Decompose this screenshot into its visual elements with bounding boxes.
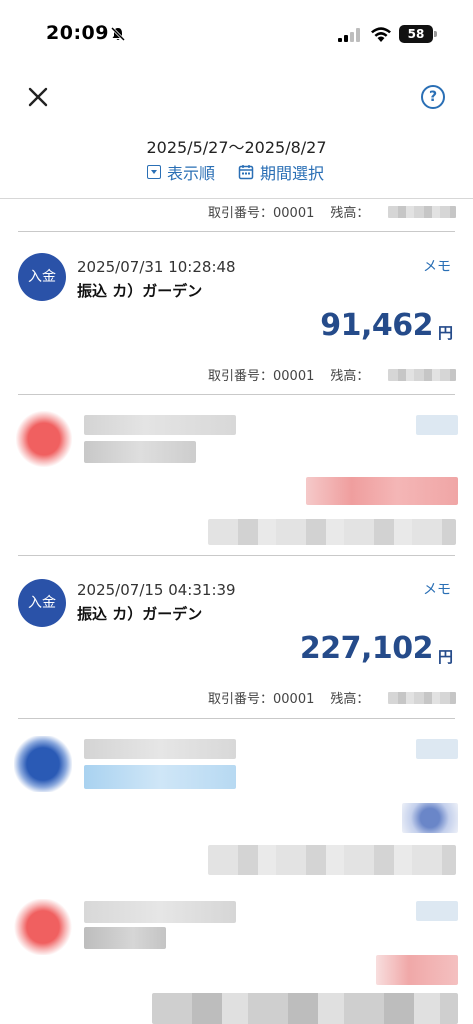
balance-label: 残高： (330, 206, 370, 221)
blurred-meta (152, 993, 458, 1024)
transaction-datetime: 2025/07/15 04:31:39 (77, 581, 236, 599)
blurred-meta (208, 845, 456, 875)
wifi-icon (371, 27, 391, 42)
yen-unit: 円 (438, 324, 454, 342)
status-time: 20:09 (46, 22, 109, 44)
header-controls: 表示順 期間選択 (0, 160, 473, 184)
blurred-amount (306, 477, 458, 505)
blurred-text (84, 415, 236, 435)
battery-tip (434, 31, 437, 37)
help-button[interactable]: ? (421, 85, 445, 109)
blurred-memo (416, 415, 458, 435)
transaction-name: 振込 カ）ガーデン (77, 605, 203, 623)
blurred-memo (416, 901, 458, 921)
transaction-name: 振込 カ）ガーデン (77, 282, 203, 300)
period-select-label: 期間選択 (260, 164, 325, 183)
battery-indicator: 58 (399, 25, 433, 43)
blurred-meta (208, 519, 456, 545)
masked-balance (388, 692, 456, 704)
transaction-meta: 取引番号：00001 残高： (208, 688, 369, 707)
close-button[interactable] (24, 83, 52, 111)
transaction-datetime: 2025/07/31 10:28:48 (77, 258, 236, 276)
deposit-badge: 入金 (18, 253, 66, 301)
yen-unit: 円 (438, 648, 454, 666)
balance-label: 残高： (330, 692, 370, 707)
row-divider (18, 555, 455, 556)
transaction-number: 取引番号：00001 (208, 692, 315, 707)
row-divider (18, 394, 455, 395)
blurred-badge (14, 899, 72, 955)
sort-order-button[interactable]: 表示順 (147, 160, 215, 184)
blurred-memo (416, 739, 458, 759)
dropdown-icon (147, 165, 161, 179)
blurred-badge (16, 411, 72, 467)
masked-balance (388, 369, 456, 381)
status-bar: 20:09 58 (0, 0, 473, 64)
period-select-button[interactable]: 期間選択 (238, 160, 324, 184)
transaction-meta: 取引番号：00001 残高： (208, 365, 369, 384)
row-divider (18, 231, 455, 232)
deposit-badge: 入金 (18, 579, 66, 627)
memo-link[interactable]: メモ (423, 579, 451, 599)
calendar-icon (238, 165, 254, 180)
transaction-amount: 227,102 (299, 631, 434, 666)
blurred-text (84, 901, 236, 923)
transaction-number: 取引番号：00001 (208, 369, 315, 384)
blurred-text (84, 739, 236, 759)
blurred-text (84, 765, 236, 789)
period-range: 2025/5/27〜2025/8/27 (146, 138, 327, 157)
blurred-amount (376, 955, 458, 985)
blurred-amount (402, 803, 458, 833)
balance-label: 残高： (330, 369, 370, 384)
memo-link[interactable]: メモ (423, 256, 451, 276)
blurred-text (84, 927, 166, 949)
masked-balance (388, 206, 456, 218)
blurred-badge (14, 736, 72, 792)
transaction-amount: 91,462 (320, 308, 433, 343)
sort-order-label: 表示順 (167, 164, 216, 183)
blurred-text (84, 441, 196, 463)
transaction-number: 取引番号：00001 (208, 206, 315, 221)
row-divider (18, 718, 455, 719)
signal-icon (338, 28, 360, 42)
bell-muted-icon (110, 26, 126, 42)
transaction-list[interactable]: 取引番号：00001 残高： 入金 2025/07/31 10:28:48 振込 … (0, 199, 473, 1024)
transaction-meta-partial: 取引番号：00001 残高： (208, 202, 369, 221)
